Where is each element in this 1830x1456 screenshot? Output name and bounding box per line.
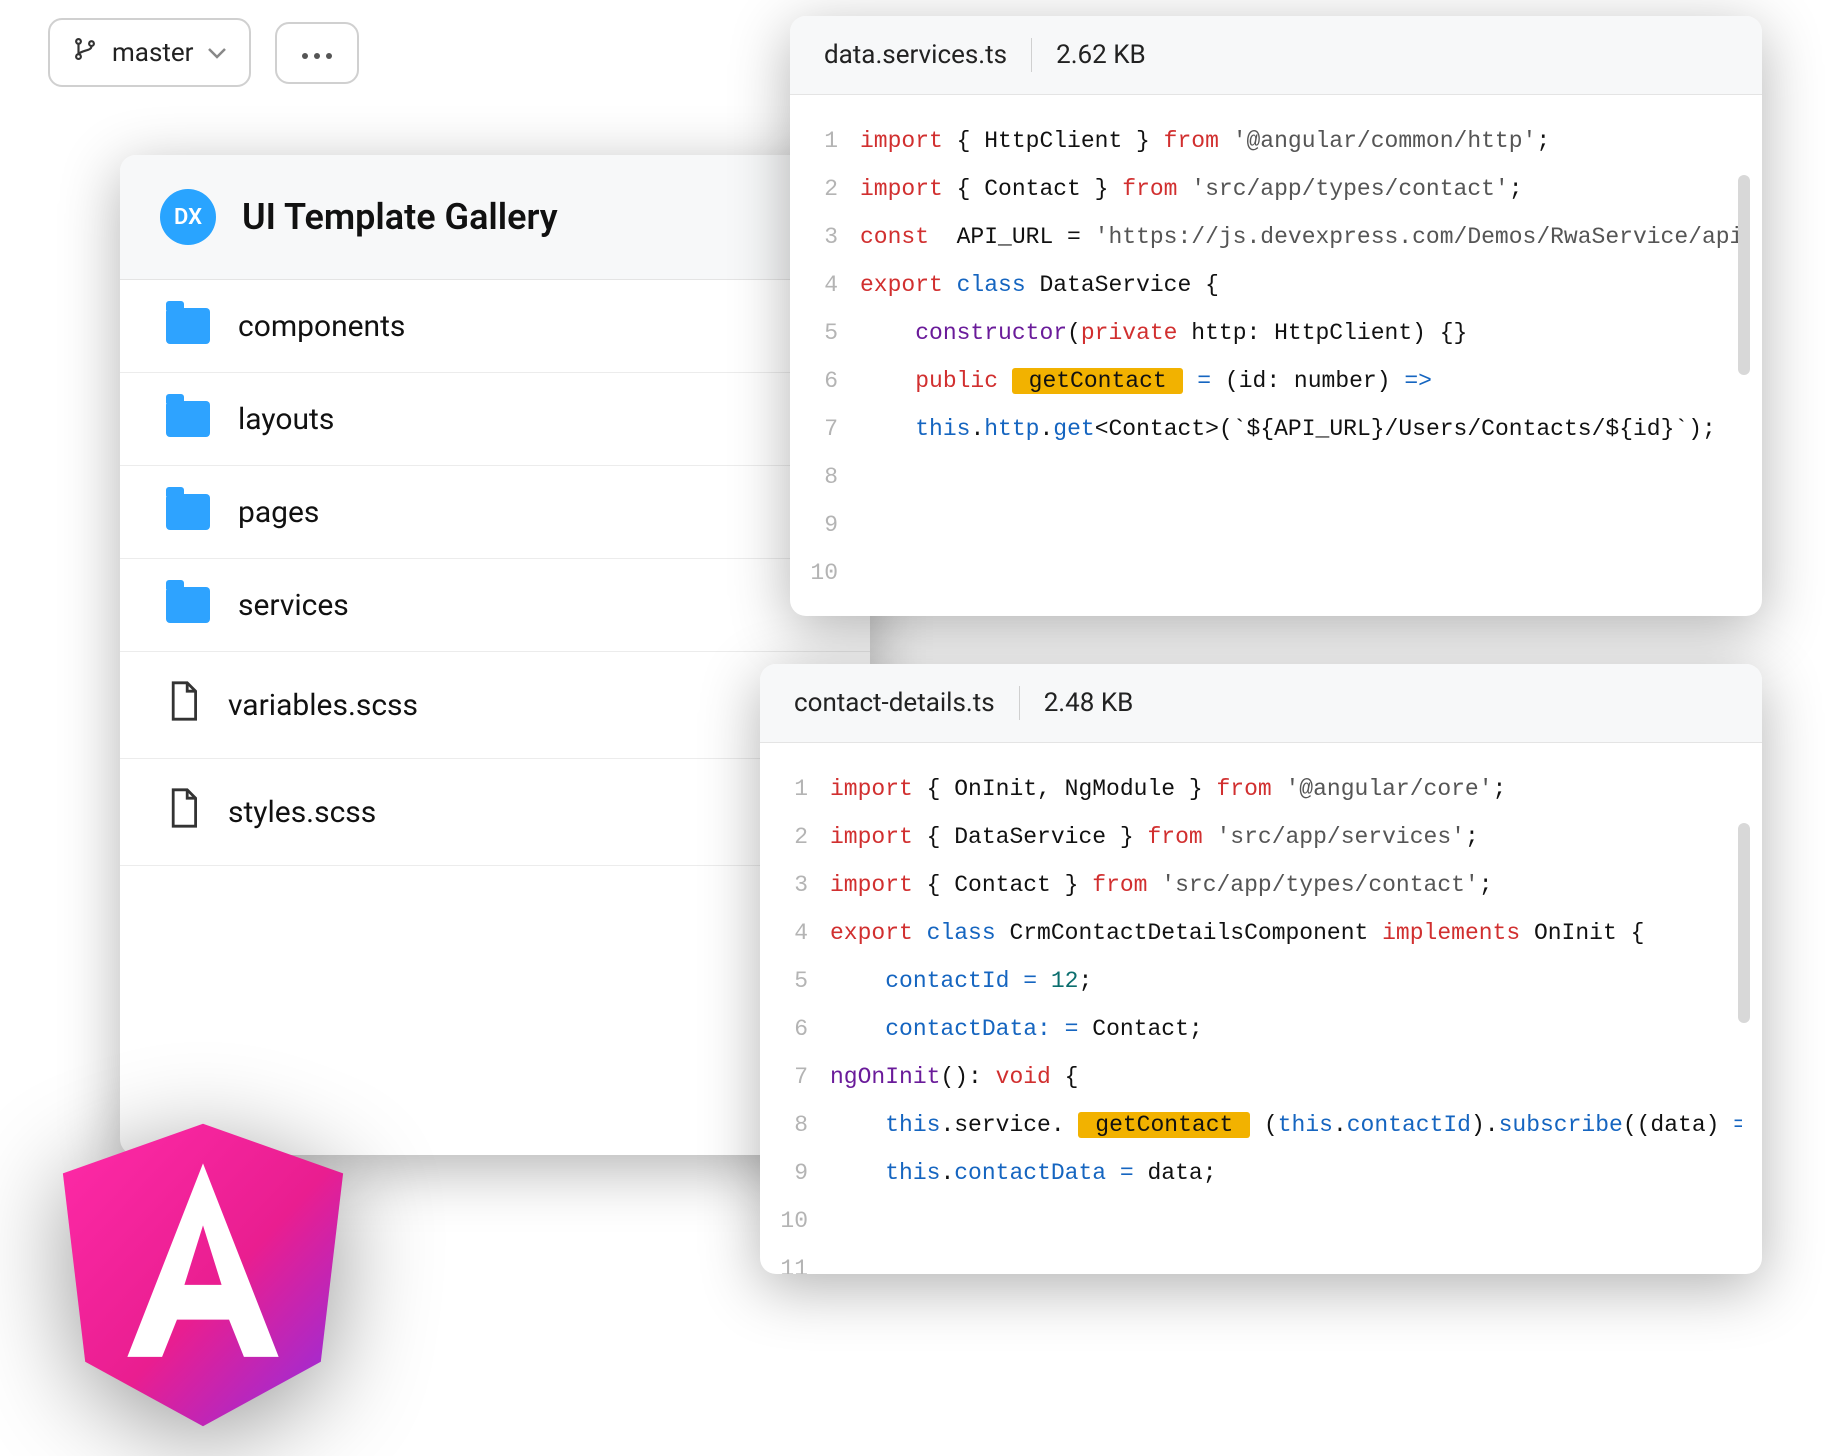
line-gutter: 12345678910 <box>790 117 860 597</box>
code-editor-1: data.services.ts 2.62 KB 12345678910 imp… <box>790 16 1762 616</box>
tree-item[interactable]: components <box>120 280 870 373</box>
separator <box>1019 686 1020 720</box>
scrollbar[interactable] <box>1738 823 1750 1274</box>
editor-filesize: 2.48 KB <box>1044 688 1134 718</box>
code-lines[interactable]: import { HttpClient } from '@angular/com… <box>860 117 1742 597</box>
folder-icon <box>166 401 210 437</box>
editor-body[interactable]: 12345678910 import { HttpClient } from '… <box>790 95 1762 616</box>
code-editor-2: contact-details.ts 2.48 KB 1234567891011… <box>760 664 1762 1274</box>
scrollbar-thumb[interactable] <box>1738 823 1750 1023</box>
ellipsis-icon <box>299 38 335 68</box>
project-badge: DX <box>160 189 216 245</box>
chevron-down-icon <box>207 38 227 68</box>
file-icon <box>166 787 200 837</box>
tree-item[interactable]: services <box>120 559 870 652</box>
editor-filesize: 2.62 KB <box>1056 40 1146 70</box>
editor-body[interactable]: 1234567891011 import { OnInit, NgModule … <box>760 743 1762 1274</box>
file-tree-panel: DX UI Template Gallery components layouts… <box>120 155 870 1155</box>
tree-item-label: styles.scss <box>228 795 376 830</box>
scrollbar-thumb[interactable] <box>1738 175 1750 375</box>
more-button[interactable] <box>275 22 359 84</box>
tree-item[interactable]: variables.scss <box>120 652 870 759</box>
project-badge-label: DX <box>174 205 202 230</box>
separator <box>1031 38 1032 72</box>
editor-filename: contact-details.ts <box>794 688 995 718</box>
line-gutter: 1234567891011 <box>760 765 830 1274</box>
editor-filename: data.services.ts <box>824 40 1007 70</box>
tree-item-label: pages <box>238 495 319 530</box>
tree-item-label: variables.scss <box>228 688 418 723</box>
top-controls: master <box>48 18 359 87</box>
branch-selector[interactable]: master <box>48 18 251 87</box>
folder-icon <box>166 587 210 623</box>
angular-logo <box>48 1110 358 1440</box>
code-lines[interactable]: import { OnInit, NgModule } from '@angul… <box>830 765 1742 1274</box>
tree-items: components layouts pages services variables.… <box>120 280 870 866</box>
tree-item-label: layouts <box>238 402 334 437</box>
tree-item[interactable]: styles.scss <box>120 759 870 866</box>
tree-item[interactable]: layouts <box>120 373 870 466</box>
folder-icon <box>166 308 210 344</box>
branch-label: master <box>112 38 193 68</box>
tree-item-label: components <box>238 309 405 344</box>
tree-item-label: services <box>238 588 349 623</box>
tree-header: DX UI Template Gallery <box>120 155 870 280</box>
project-title: UI Template Gallery <box>242 196 558 238</box>
git-branch-icon <box>72 34 98 71</box>
scrollbar[interactable] <box>1738 175 1750 599</box>
tree-item[interactable]: pages <box>120 466 870 559</box>
folder-icon <box>166 494 210 530</box>
editor-header: data.services.ts 2.62 KB <box>790 16 1762 95</box>
file-icon <box>166 680 200 730</box>
editor-header: contact-details.ts 2.48 KB <box>760 664 1762 743</box>
